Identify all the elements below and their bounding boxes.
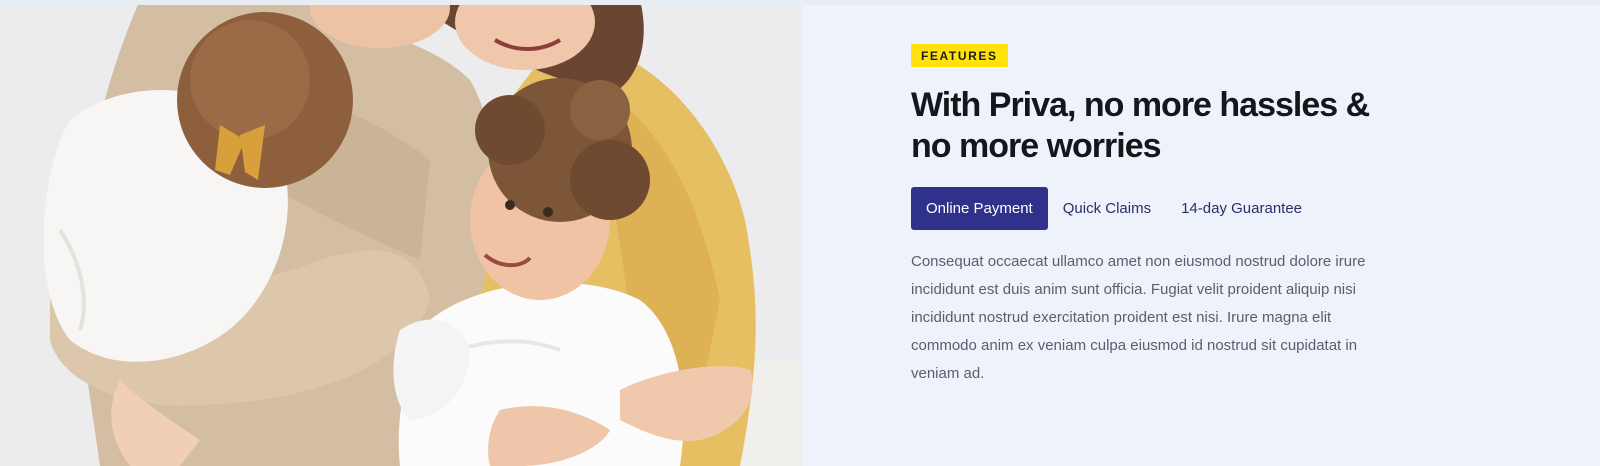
tab-quick-claims[interactable]: Quick Claims bbox=[1048, 187, 1166, 230]
features-description: Consequat occaecat ullamco amet non eius… bbox=[911, 253, 1366, 382]
features-title-line2: no more worries bbox=[911, 127, 1162, 165]
features-title-line1: With Priva, no more hassles & bbox=[911, 86, 1370, 124]
family-photo bbox=[0, 0, 802, 466]
tab-online-payment[interactable]: Online Payment bbox=[911, 187, 1048, 230]
tab-14-day-guarantee[interactable]: 14-day Guarantee bbox=[1166, 187, 1317, 230]
features-tabs: Online Payment Quick Claims 14-day Guara… bbox=[911, 187, 1391, 230]
features-section: FEATURES With Priva, no more hassles & n… bbox=[911, 44, 1391, 388]
features-title: With Priva, no more hassles & no more wo… bbox=[911, 85, 1371, 167]
top-divider bbox=[0, 0, 1600, 5]
features-badge: FEATURES bbox=[911, 44, 1008, 67]
